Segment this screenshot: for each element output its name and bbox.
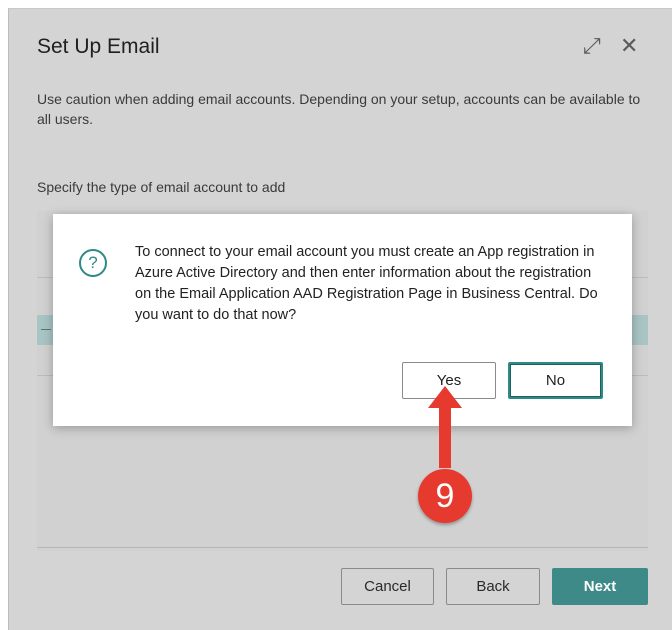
expand-icon[interactable]: ⤢	[583, 33, 601, 59]
close-icon[interactable]: ✕	[620, 33, 638, 59]
step-badge: 9	[418, 469, 472, 523]
step-arrow-icon	[428, 386, 462, 468]
page-title: Set Up Email	[37, 35, 160, 58]
arrow-shaft	[439, 402, 451, 468]
next-button[interactable]: Next	[552, 568, 648, 605]
footer-divider	[37, 547, 648, 548]
cancel-button[interactable]: Cancel	[341, 568, 434, 605]
confirm-dialog: ? To connect to your email account you m…	[53, 214, 632, 426]
question-icon: ?	[79, 249, 107, 277]
dialog-message: To connect to your email account you mus…	[135, 244, 598, 323]
row-marker	[41, 329, 51, 330]
arrow-head	[428, 386, 462, 408]
specify-label: Specify the type of email account to add	[37, 179, 286, 195]
no-button[interactable]: No	[508, 362, 603, 399]
caution-text: Use caution when adding email accounts. …	[37, 91, 641, 127]
back-button[interactable]: Back	[446, 568, 540, 605]
